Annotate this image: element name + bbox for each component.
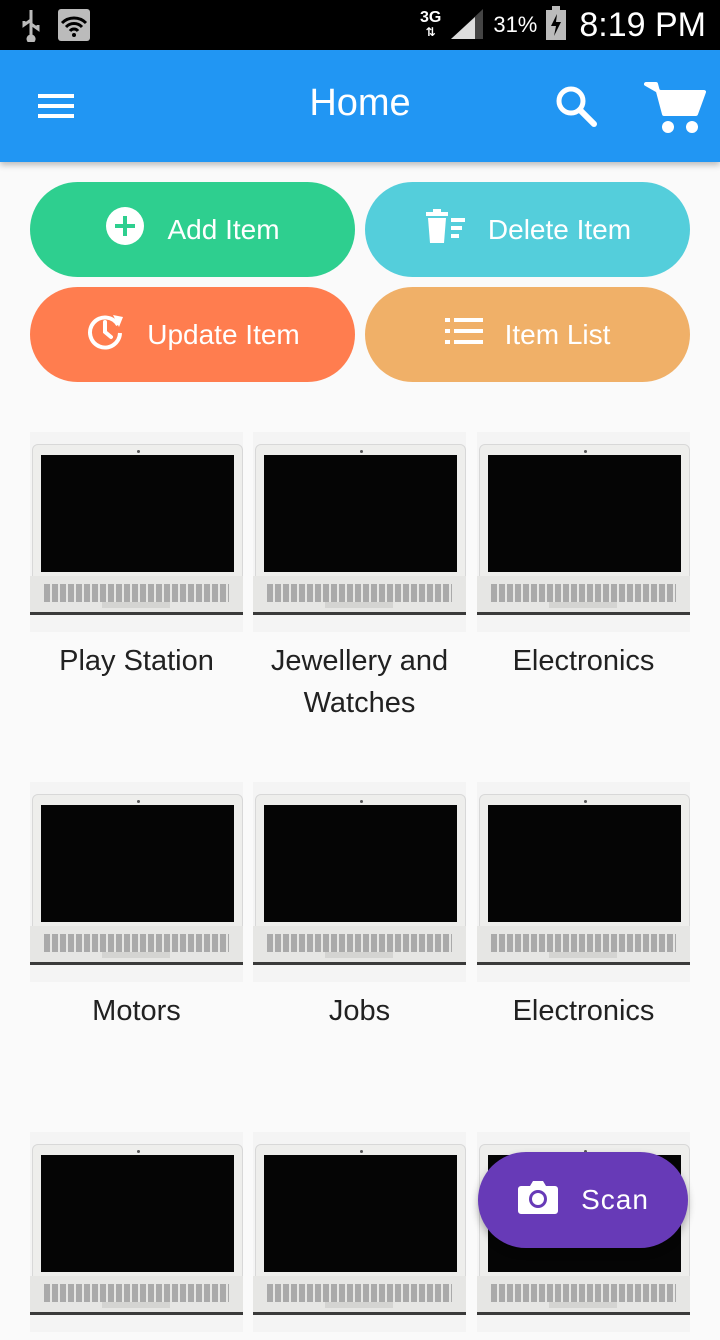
- item-list-label: Item List: [504, 318, 611, 350]
- app-bar: Home: [0, 50, 720, 162]
- category-label: Jewellery and Watches: [270, 645, 449, 719]
- scan-button[interactable]: Scan: [478, 1152, 688, 1248]
- category-label: Electronics: [512, 645, 655, 677]
- status-bar: 3G ⇅ 31% 8:19 PM: [0, 0, 720, 50]
- delete-item-label: Delete Item: [487, 213, 632, 245]
- category-thumbnail: [30, 782, 243, 982]
- cart-button[interactable]: [644, 78, 706, 136]
- delete-item-button[interactable]: Delete Item: [365, 182, 690, 277]
- category-label: Play Station: [59, 645, 214, 677]
- search-icon: [552, 86, 600, 134]
- camera-icon: [517, 1179, 559, 1222]
- category-label: Jobs: [328, 995, 391, 1027]
- add-circle-icon: [105, 206, 145, 253]
- category-thumbnail: [253, 782, 466, 982]
- network-type: 3G ⇅: [419, 9, 442, 40]
- category-tile[interactable]: Play Station: [30, 432, 243, 682]
- battery-charging-icon: [545, 5, 567, 45]
- category-label: Electronics: [512, 995, 655, 1027]
- clock: 8:19 PM: [579, 5, 706, 44]
- category-thumbnail: [477, 432, 690, 632]
- category-tile[interactable]: Electronics: [477, 782, 690, 1032]
- update-item-label: Update Item: [147, 318, 300, 350]
- category-label: Motors: [92, 995, 181, 1027]
- category-tile[interactable]: [30, 1132, 243, 1340]
- cart-icon: [644, 82, 706, 140]
- category-thumbnail: [253, 432, 466, 632]
- category-tile[interactable]: Jewellery and Watches: [253, 432, 466, 724]
- category-thumbnail: [30, 432, 243, 632]
- add-item-label: Add Item: [167, 213, 280, 245]
- update-icon: [85, 311, 125, 358]
- category-tile[interactable]: Motors: [30, 782, 243, 1032]
- list-icon: [444, 318, 483, 351]
- usb-icon: [18, 8, 44, 47]
- category-tile[interactable]: Jobs: [253, 782, 466, 1032]
- category-thumbnail: [477, 782, 690, 982]
- category-tile[interactable]: Electronics: [477, 432, 690, 682]
- signal-icon: [449, 7, 485, 44]
- category-thumbnail: [253, 1132, 466, 1332]
- add-item-button[interactable]: Add Item: [30, 182, 355, 277]
- scan-label: Scan: [581, 1184, 649, 1215]
- battery-percent: 31%: [493, 12, 538, 37]
- wifi-icon: [58, 9, 90, 46]
- category-thumbnail: [30, 1132, 243, 1332]
- delete-list-icon: [424, 209, 466, 250]
- search-button[interactable]: [552, 82, 600, 130]
- update-item-button[interactable]: Update Item: [30, 287, 355, 382]
- page-title: Home: [309, 82, 411, 124]
- item-list-button[interactable]: Item List: [365, 287, 690, 382]
- category-tile[interactable]: [253, 1132, 466, 1340]
